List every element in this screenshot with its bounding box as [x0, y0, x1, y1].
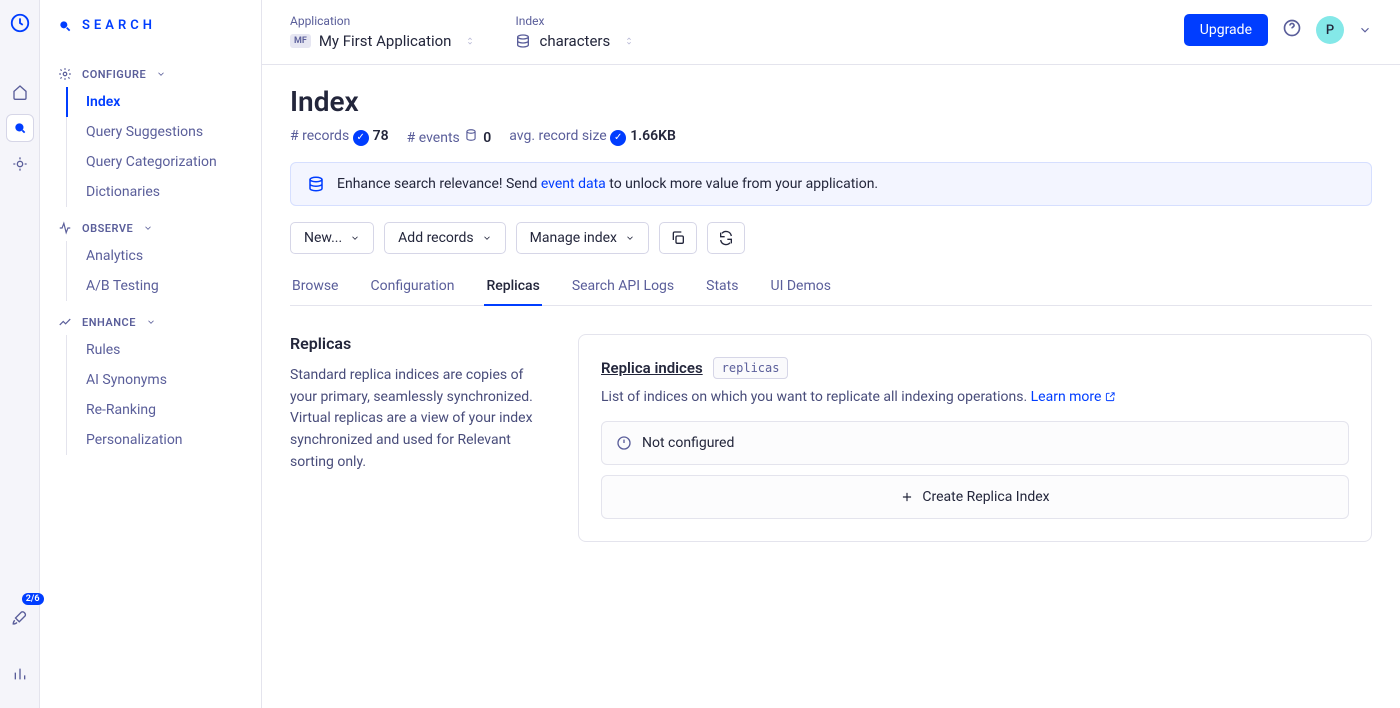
- app-badge: MF: [290, 34, 311, 48]
- sidebar-item-analytics[interactable]: Analytics: [66, 241, 261, 271]
- alert-icon: [616, 435, 632, 451]
- gear-icon: [58, 67, 72, 81]
- algolia-logo-icon[interactable]: [9, 12, 31, 38]
- rail-search-icon[interactable]: [6, 114, 34, 142]
- index-actions: New... Add records Manage index: [290, 222, 1372, 254]
- activity-icon: [58, 221, 72, 235]
- new-button[interactable]: New...: [290, 222, 374, 254]
- sidebar-item-ab-testing[interactable]: A/B Testing: [66, 271, 261, 301]
- sidebar-item-re-ranking[interactable]: Re-Ranking: [66, 395, 261, 425]
- rail-recommend-icon[interactable]: [6, 150, 34, 178]
- selector-icon: [465, 34, 475, 48]
- chevron-down-icon: [625, 233, 635, 243]
- sidebar-item-ai-synonyms[interactable]: AI Synonyms: [66, 365, 261, 395]
- tabs: Browse Configuration Replicas Search API…: [290, 268, 1372, 306]
- rail-rocket-icon[interactable]: [6, 604, 34, 632]
- trending-icon: [58, 315, 72, 329]
- sidebar-item-query-categorization[interactable]: Query Categorization: [66, 147, 261, 177]
- replica-indices-title: Replica indices: [601, 359, 703, 377]
- refresh-button[interactable]: [707, 222, 745, 254]
- tab-search-api-logs[interactable]: Search API Logs: [570, 268, 676, 306]
- upgrade-button[interactable]: Upgrade: [1184, 14, 1268, 46]
- tab-replicas[interactable]: Replicas: [484, 268, 541, 306]
- chevron-down-icon: [156, 69, 166, 79]
- search-icon: [58, 19, 72, 33]
- database-icon: [515, 33, 531, 49]
- not-configured-notice: Not configured: [601, 421, 1349, 465]
- index-name: characters: [539, 32, 610, 50]
- topbar: Application MF My First Application Inde…: [262, 0, 1400, 65]
- sidebar-brand: SEARCH: [40, 18, 261, 53]
- sidebar-section-observe[interactable]: OBSERVE: [40, 207, 261, 241]
- tab-stats[interactable]: Stats: [704, 268, 740, 306]
- tab-browse[interactable]: Browse: [290, 268, 340, 306]
- sidebar-section-configure[interactable]: CONFIGURE: [40, 53, 261, 87]
- index-selector[interactable]: Index characters: [515, 14, 634, 50]
- rail-home-icon[interactable]: [6, 78, 34, 106]
- database-icon: [463, 128, 479, 142]
- event-data-banner: Enhance search relevance! Send event dat…: [290, 162, 1372, 206]
- learn-more-link[interactable]: Learn more: [1031, 389, 1116, 405]
- check-icon: ✓: [610, 130, 626, 146]
- page-title: Index: [290, 85, 1372, 118]
- icon-rail: [0, 0, 40, 708]
- refresh-icon: [718, 230, 734, 246]
- help-icon[interactable]: [1282, 18, 1302, 42]
- sidebar-item-rules[interactable]: Rules: [66, 335, 261, 365]
- tab-configuration[interactable]: Configuration: [368, 268, 456, 306]
- sidebar-section-enhance[interactable]: ENHANCE: [40, 301, 261, 335]
- external-link-icon: [1105, 391, 1116, 402]
- chevron-down-icon: [146, 317, 156, 327]
- copy-icon: [670, 230, 686, 246]
- database-icon: [307, 175, 325, 193]
- tab-ui-demos[interactable]: UI Demos: [768, 268, 832, 306]
- replicas-description: Replicas Standard replica indices are co…: [290, 334, 548, 542]
- app-name: My First Application: [319, 32, 452, 50]
- event-data-link[interactable]: event data: [541, 176, 606, 192]
- application-selector[interactable]: Application MF My First Application: [290, 14, 475, 50]
- rail-analytics-icon[interactable]: [6, 660, 34, 688]
- selector-icon: [624, 34, 634, 48]
- check-icon: ✓: [353, 130, 369, 146]
- avatar[interactable]: P: [1316, 16, 1344, 44]
- sidebar: SEARCH CONFIGURE Index Query Suggestions…: [40, 0, 262, 708]
- index-stats: # records ✓78 # events 0 avg. record siz…: [290, 128, 1372, 146]
- plus-icon: [900, 490, 914, 504]
- sidebar-item-query-suggestions[interactable]: Query Suggestions: [66, 117, 261, 147]
- chevron-down-icon: [482, 233, 492, 243]
- create-replica-button[interactable]: Create Replica Index: [601, 475, 1349, 519]
- chevron-down-icon[interactable]: [1358, 23, 1372, 37]
- add-records-button[interactable]: Add records: [384, 222, 505, 254]
- chevron-down-icon: [350, 233, 360, 243]
- replica-indices-panel: Replica indices replicas List of indices…: [578, 334, 1372, 542]
- sidebar-item-dictionaries[interactable]: Dictionaries: [66, 177, 261, 207]
- replicas-tag: replicas: [713, 357, 789, 379]
- chevron-down-icon: [143, 223, 153, 233]
- manage-index-button[interactable]: Manage index: [516, 222, 649, 254]
- sidebar-item-personalization[interactable]: Personalization: [66, 425, 261, 455]
- sidebar-item-index[interactable]: Index: [66, 87, 261, 117]
- main: Application MF My First Application Inde…: [262, 0, 1400, 708]
- copy-button[interactable]: [659, 222, 697, 254]
